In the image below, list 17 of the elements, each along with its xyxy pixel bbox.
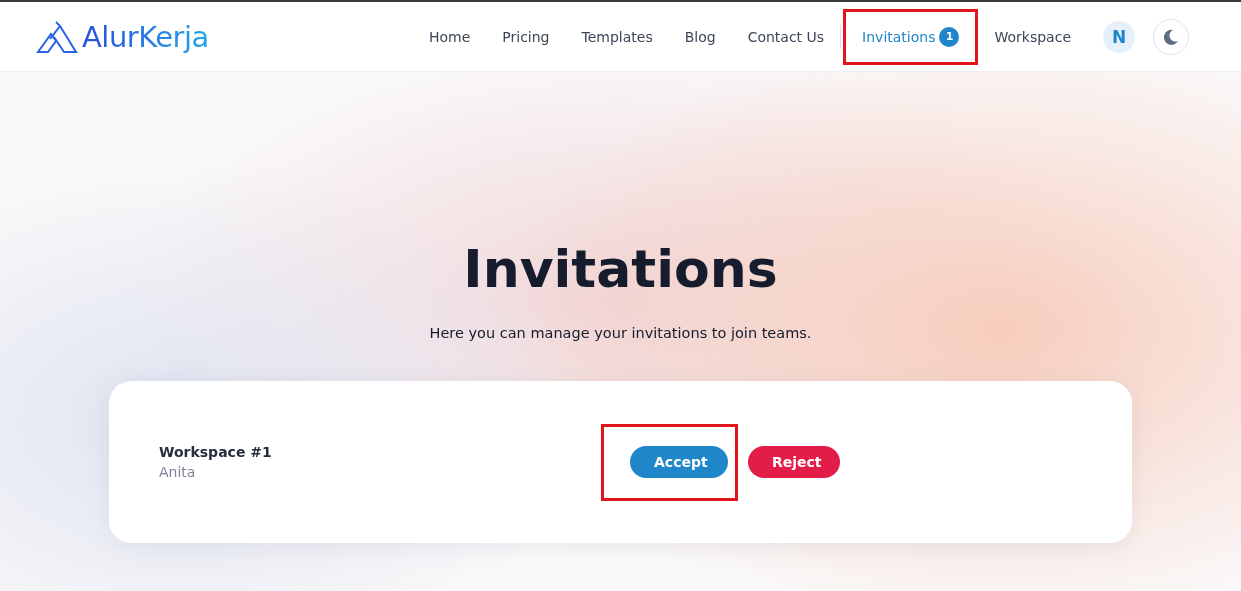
nav-link[interactable]: Blog bbox=[668, 28, 732, 45]
count-badge: 1 bbox=[939, 26, 960, 47]
page-title: Invitations bbox=[463, 238, 778, 300]
nav-link[interactable]: Contact Us bbox=[731, 28, 841, 45]
nav-link[interactable]: Home bbox=[412, 28, 487, 45]
nav-link[interactable]: Templates bbox=[565, 28, 669, 45]
inviter-name: Anita bbox=[159, 464, 197, 480]
nav-link[interactable]: Workspace bbox=[978, 28, 1087, 45]
nav-link[interactable]: Invitations 1 bbox=[846, 26, 976, 47]
workspace-name: Workspace #1 bbox=[159, 444, 273, 460]
theme-toggle-button[interactable] bbox=[1153, 18, 1189, 55]
reject-button[interactable]: Reject bbox=[748, 446, 840, 478]
moon-icon bbox=[1162, 27, 1180, 46]
logo-icon bbox=[36, 18, 78, 55]
nav-link[interactable]: Pricing bbox=[486, 28, 566, 45]
accept-button[interactable]: Accept bbox=[630, 445, 728, 478]
page-subtitle: Here you can manage your invitations to join teams. bbox=[429, 325, 812, 341]
